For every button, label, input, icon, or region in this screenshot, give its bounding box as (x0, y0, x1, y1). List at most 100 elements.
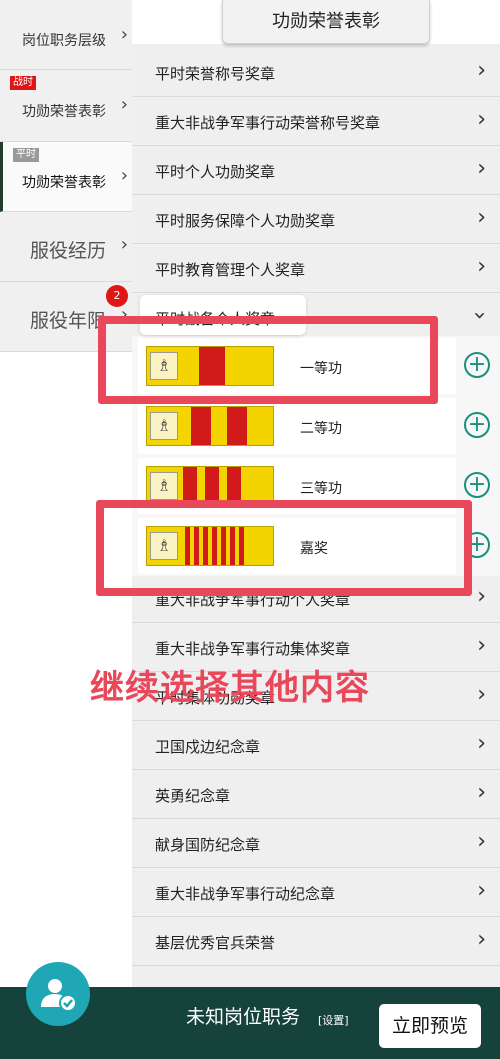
medal-emblem-icon: ♗ (150, 412, 178, 440)
sidebar-item-service-history[interactable]: 服役经历 › (0, 212, 132, 282)
sidebar-item-label: 服役年限 (30, 310, 107, 332)
wartime-tag: 战时 (10, 76, 36, 90)
medal-emblem-icon: ♗ (150, 532, 178, 560)
medal-row-first-class: ♗ 一等功 + (132, 336, 500, 396)
expanded-category-label: 平时战备个人奖章 (155, 310, 276, 328)
medal-emblem-icon: ♗ (150, 352, 178, 380)
ribbon-stripe (227, 407, 247, 445)
medal-name: 二等功 (300, 421, 342, 437)
chevron-right-icon: › (477, 205, 486, 230)
chevron-right-icon: › (477, 107, 486, 132)
ribbon-stripe (205, 467, 219, 505)
medal-ribbon: ♗ (146, 406, 274, 446)
list-item-label: 重大非战争军事行动荣誉称号奖章 (155, 114, 381, 132)
chevron-right-icon: › (120, 165, 128, 186)
list-item[interactable]: 英勇纪念章 › (132, 770, 500, 819)
medal-card: ♗ 二等功 (138, 398, 456, 454)
ribbon-stripe (203, 527, 208, 565)
chevron-right-icon: › (477, 58, 486, 83)
medal-name: 一等功 (300, 361, 342, 377)
preview-button[interactable]: 立即预览 (379, 1004, 481, 1048)
sidebar-item-label: 岗位职务层级 (22, 33, 106, 49)
sidebar-item-peacetime-honors[interactable]: 平时 功勋荣誉表彰 › (0, 142, 132, 212)
chevron-down-icon: › (467, 311, 493, 320)
list-item[interactable]: 平时个人功勋奖章 › (132, 146, 500, 195)
position-settings-link[interactable]: [设置] (318, 1012, 349, 1028)
list-item[interactable]: 重大非战争军事行动荣誉称号奖章 › (132, 97, 500, 146)
list-item[interactable]: 卫国戍边纪念章 › (132, 721, 500, 770)
medal-emblem-icon: ♗ (150, 472, 178, 500)
sidebar-item-label: 服役经历 (30, 240, 107, 262)
medal-card: ♗ 三等功 (138, 458, 456, 514)
chevron-right-icon: › (477, 682, 486, 707)
list-item[interactable]: 平时教育管理个人奖章 › (132, 244, 500, 293)
list-item[interactable]: 平时荣誉称号奖章 › (132, 48, 500, 97)
list-item-label: 平时教育管理个人奖章 (155, 261, 306, 279)
chevron-right-icon: › (477, 254, 486, 279)
ribbon-stripe (191, 407, 211, 445)
medal-card: ♗ 嘉奖 (138, 518, 456, 574)
list-item[interactable]: 基层优秀官兵荣誉 › (132, 917, 500, 966)
user-profile-button[interactable] (26, 962, 90, 1026)
list-item-label: 英勇纪念章 (155, 787, 231, 805)
chevron-right-icon: › (477, 878, 486, 903)
sidebar-item-post-level[interactable]: 岗位职务层级 › (0, 0, 132, 70)
ribbon-stripe (221, 527, 226, 565)
chevron-right-icon: › (120, 234, 128, 255)
chevron-right-icon: › (477, 927, 486, 952)
peacetime-tag: 平时 (13, 148, 39, 162)
list-item-label: 献身国防纪念章 (155, 836, 261, 854)
medal-row-second-class: ♗ 二等功 + (132, 396, 500, 456)
list-item-label: 重大非战争军事行动纪念章 (155, 885, 336, 903)
chevron-right-icon: › (120, 94, 128, 115)
list-item-label: 基层优秀官兵荣誉 (155, 934, 276, 952)
add-medal-button[interactable]: + (464, 532, 490, 558)
page-title: 功勋荣誉表彰 (222, 0, 430, 44)
sidebar-item-label: 功勋荣誉表彰 (22, 104, 106, 120)
notification-badge: 2 (106, 285, 128, 307)
chevron-right-icon: › (477, 156, 486, 181)
medal-ribbon: ♗ (146, 346, 274, 386)
chevron-right-icon: › (477, 731, 486, 756)
chevron-right-icon: › (120, 304, 128, 325)
chevron-right-icon: › (477, 829, 486, 854)
chevron-right-icon: › (120, 24, 128, 45)
chevron-right-icon: › (477, 584, 486, 609)
medal-card: ♗ 一等功 (138, 338, 456, 394)
user-check-icon (41, 979, 77, 1012)
medal-ribbon: ♗ (146, 526, 274, 566)
sidebar-item-wartime-honors[interactable]: 战时 功勋荣誉表彰 › (0, 70, 132, 142)
ribbon-stripe (183, 467, 197, 505)
position-label: 未知岗位职务 (186, 1006, 301, 1028)
medal-ribbon: ♗ (146, 466, 274, 506)
ribbon-stripe (212, 527, 217, 565)
add-medal-button[interactable]: + (464, 412, 490, 438)
list-item[interactable]: 重大非战争军事行动纪念章 › (132, 868, 500, 917)
ribbon-stripe (230, 527, 235, 565)
ribbon-stripe (227, 467, 241, 505)
list-item-label: 重大非战争军事行动个人奖章 (155, 591, 351, 609)
list-item-label: 平时服务保障个人功勋奖章 (155, 212, 336, 230)
ribbon-stripe (185, 527, 190, 565)
list-item[interactable]: 平时服务保障个人功勋奖章 › (132, 195, 500, 244)
medal-name: 三等功 (300, 481, 342, 497)
list-item[interactable]: 重大非战争军事行动个人奖章 › (132, 574, 500, 623)
list-item[interactable]: 献身国防纪念章 › (132, 819, 500, 868)
ribbon-stripe (199, 347, 225, 385)
medal-row-commendation: ♗ 嘉奖 + (132, 516, 500, 576)
list-item-label: 重大非战争军事行动集体奖章 (155, 640, 351, 658)
list-item-label: 平时个人功勋奖章 (155, 163, 276, 181)
chevron-right-icon: › (477, 633, 486, 658)
sidebar-item-label: 功勋荣誉表彰 (22, 175, 106, 191)
ribbon-stripe (194, 527, 199, 565)
chevron-right-icon: › (477, 780, 486, 805)
medal-name: 嘉奖 (300, 541, 328, 557)
add-medal-button[interactable]: + (464, 352, 490, 378)
annotation-text: 继续选择其他内容 (90, 668, 370, 708)
ribbon-stripe (239, 527, 244, 565)
list-item-label: 卫国戍边纪念章 (155, 738, 261, 756)
sidebar: 岗位职务层级 › 战时 功勋荣誉表彰 › 平时 功勋荣誉表彰 › 服役经历 › … (0, 0, 132, 1000)
add-medal-button[interactable]: + (464, 472, 490, 498)
list-item-label: 平时荣誉称号奖章 (155, 65, 276, 83)
medal-row-third-class: ♗ 三等功 + (132, 456, 500, 516)
